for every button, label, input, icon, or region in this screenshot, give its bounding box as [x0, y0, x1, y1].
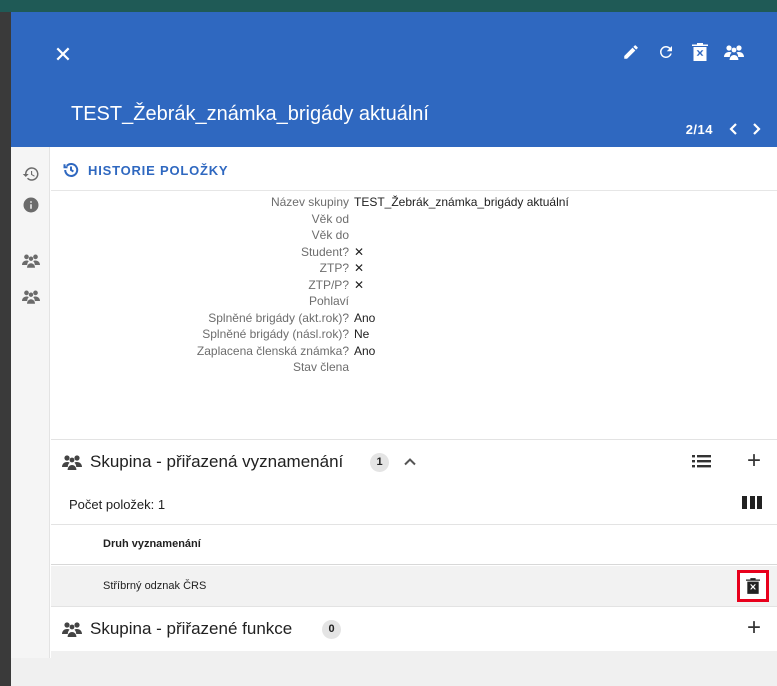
- field-row-vek-do: Věk do: [51, 227, 777, 244]
- backdrop-left: [0, 12, 11, 686]
- field-label: Věk od: [311, 211, 349, 226]
- field-row-vek-od: Věk od: [51, 211, 777, 228]
- field-row-brigady-nasl: Splněné brigády (násl.rok)? Ne: [51, 326, 777, 343]
- field-label: ZTP?: [319, 261, 349, 275]
- delete-icon: [746, 578, 760, 594]
- section-awards-header[interactable]: Skupina - přiřazená vyznamenání 1 +: [51, 439, 777, 483]
- columns-button[interactable]: [742, 496, 762, 512]
- section-title: Skupina - přiřazená vyznamenání: [90, 452, 344, 471]
- side-rail: [11, 147, 50, 658]
- close-button[interactable]: ✕: [50, 42, 76, 68]
- field-label: Zaplacena členská známka?: [196, 343, 349, 358]
- chevron-right-icon: [751, 123, 761, 135]
- delete-record-button[interactable]: [688, 40, 712, 64]
- history-label: HISTORIE POLOŽKY: [88, 163, 229, 178]
- content-footer: [51, 651, 777, 658]
- grid-header: Druh vyznamenání: [51, 525, 777, 565]
- next-record-button[interactable]: [745, 120, 767, 138]
- rail-item-info[interactable]: [19, 193, 43, 217]
- edit-icon: [622, 43, 640, 61]
- add-function-button[interactable]: +: [744, 616, 764, 640]
- field-value: Ano: [354, 343, 376, 358]
- field-label: Pohlaví: [308, 294, 349, 308]
- detail-content: HISTORIE POLOŽKY Název skupiny TEST_Žebr…: [51, 147, 777, 658]
- rail-item-group-2[interactable]: [19, 284, 43, 308]
- history-icon: [63, 162, 79, 178]
- field-label: Název skupiny: [270, 195, 349, 209]
- items-count-row: Počet položek: 1: [51, 483, 777, 525]
- pager-count: 2/14: [685, 121, 713, 137]
- chevron-left-icon: [729, 123, 739, 135]
- prev-record-button[interactable]: [723, 120, 745, 138]
- rail-item-history[interactable]: [19, 162, 43, 186]
- collapse-button[interactable]: [401, 453, 419, 471]
- refresh-icon: [657, 43, 675, 61]
- column-header-award-type[interactable]: Druh vyznamenání: [103, 538, 201, 550]
- field-row-brigady-akt: Splněné brigády (akt.rok)? Ano: [51, 310, 777, 327]
- field-label: Věk do: [311, 228, 349, 242]
- pager: 2/14: [686, 120, 767, 138]
- field-label: ZTP/P?: [308, 277, 349, 292]
- add-award-button[interactable]: +: [744, 449, 764, 473]
- chevron-up-icon: [401, 453, 419, 471]
- rail-item-group-1[interactable]: [19, 248, 43, 272]
- award-type-cell: Stříbrný odznak ČRS: [103, 580, 207, 592]
- field-value: ✕: [354, 277, 365, 292]
- items-count-label: Počet položek: 1: [69, 497, 166, 512]
- delete-icon: [692, 43, 708, 61]
- section-title: Skupina - přiřazené funkce: [90, 619, 293, 638]
- field-label: Splněné brigády (akt.rok)?: [208, 310, 349, 325]
- count-badge: 1: [370, 453, 389, 472]
- info-icon: [22, 196, 40, 214]
- list-icon: [692, 453, 712, 469]
- field-list: Název skupiny TEST_Žebrák_známka_brigády…: [51, 194, 777, 376]
- delete-row-button[interactable]: [737, 570, 769, 602]
- history-icon: [22, 165, 40, 183]
- edit-button[interactable]: [619, 40, 643, 64]
- refresh-button[interactable]: [654, 40, 678, 64]
- backdrop-bottom: [11, 658, 777, 686]
- field-row-student: Student? ✕: [51, 244, 777, 261]
- group-icon: [62, 454, 82, 470]
- field-row-nazev-skupiny: Název skupiny TEST_Žebrák_známka_brigády…: [51, 194, 777, 211]
- field-row-pohlavi: Pohlaví: [51, 293, 777, 310]
- list-view-button[interactable]: [692, 453, 712, 471]
- field-row-ztpp: ZTP/P? ✕: [51, 277, 777, 294]
- group-icon: [22, 289, 40, 304]
- history-header[interactable]: HISTORIE POLOŽKY: [51, 147, 777, 191]
- group-button[interactable]: [722, 40, 746, 64]
- field-row-znamka: Zaplacena členská známka? Ano: [51, 343, 777, 360]
- field-label: Student?: [300, 244, 349, 259]
- detail-panel: ✕ TEST_Žebrák_známka_brigády aktuální 2/…: [11, 12, 777, 658]
- field-value: ✕: [354, 244, 365, 259]
- field-value: Ano: [354, 310, 376, 325]
- field-value: ✕: [354, 261, 365, 275]
- field-row-stav-clena: Stav člena: [51, 359, 777, 376]
- field-value: TEST_Žebrák_známka_brigády aktuální: [354, 195, 569, 209]
- group-icon: [724, 44, 744, 60]
- backdrop-top: [0, 0, 777, 12]
- field-label: Stav člena: [292, 360, 349, 374]
- group-icon: [22, 253, 40, 268]
- field-value: Ne: [354, 327, 370, 341]
- page-title: TEST_Žebrák_známka_brigády aktuální: [71, 103, 429, 125]
- field-row-ztp: ZTP? ✕: [51, 260, 777, 277]
- count-badge: 0: [322, 620, 341, 639]
- panel-header: ✕ TEST_Žebrák_známka_brigády aktuální 2/…: [11, 12, 777, 147]
- table-row[interactable]: Stříbrný odznak ČRS: [51, 566, 777, 607]
- group-icon: [62, 621, 82, 637]
- section-functions-header[interactable]: Skupina - přiřazené funkce 0 +: [51, 607, 777, 651]
- field-label: Splněné brigády (násl.rok)?: [202, 327, 349, 341]
